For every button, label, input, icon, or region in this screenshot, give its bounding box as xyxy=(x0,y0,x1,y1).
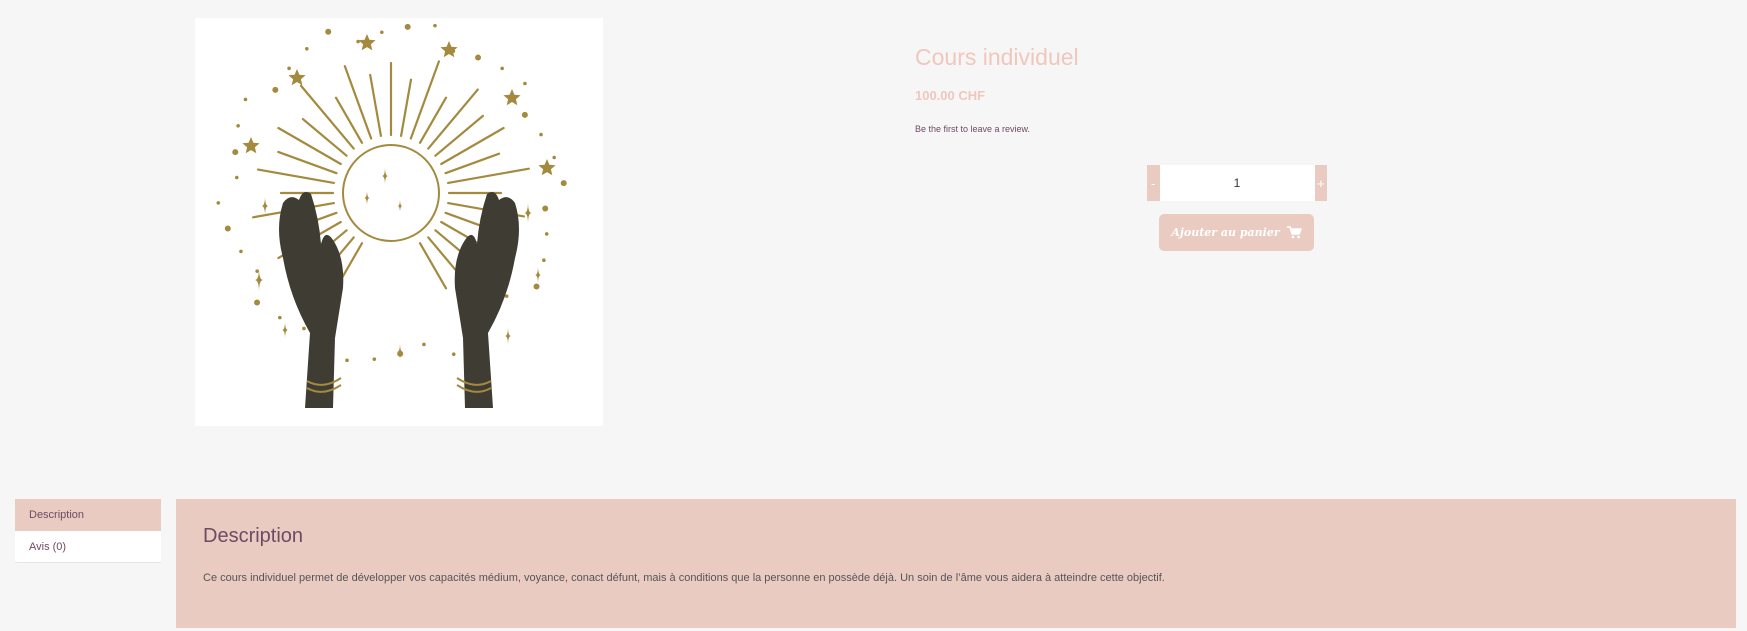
tab-description[interactable]: Description xyxy=(15,499,161,531)
quantity-input[interactable] xyxy=(1159,165,1315,201)
quantity-stepper: - + xyxy=(1147,165,1327,201)
description-panel: Description Ce cours individuel permet d… xyxy=(176,499,1736,628)
review-link[interactable]: Be the first to leave a review. xyxy=(915,124,1030,134)
product-price: 100.00 CHF xyxy=(915,88,986,103)
quantity-increase-button[interactable]: + xyxy=(1314,165,1327,201)
description-text: Ce cours individuel permet de développer… xyxy=(203,572,1165,584)
quantity-decrease-button[interactable]: - xyxy=(1147,165,1160,201)
add-to-cart-button[interactable]: Ajouter au panier xyxy=(1159,214,1314,251)
add-to-cart-label: Ajouter au panier xyxy=(1171,226,1280,239)
description-heading: Description xyxy=(203,525,304,547)
product-image[interactable] xyxy=(195,18,603,426)
moon-hands-illustration xyxy=(216,23,567,408)
cart-icon xyxy=(1286,226,1302,239)
product-title: Cours individuel xyxy=(915,44,1079,70)
tab-reviews[interactable]: Avis (0) xyxy=(15,531,161,563)
product-tabs: Description Avis (0) xyxy=(15,499,161,563)
